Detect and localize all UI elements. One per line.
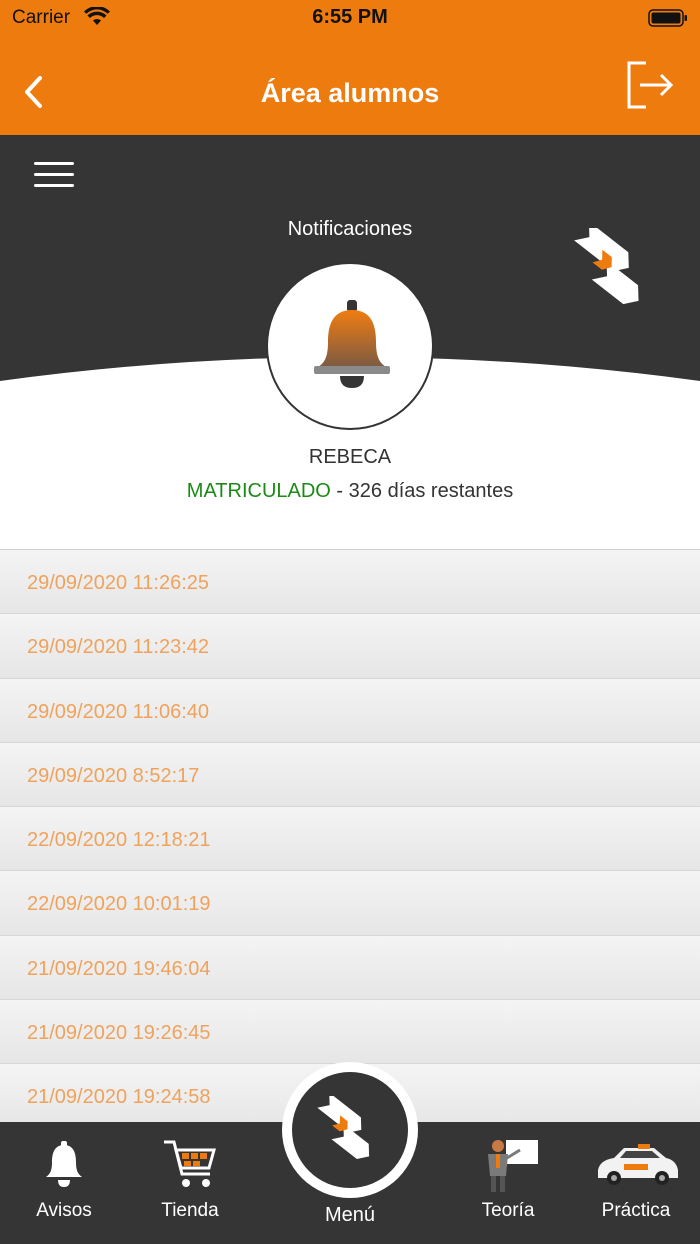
status-bar: Carrier 6:55 PM bbox=[0, 0, 700, 40]
logout-button[interactable] bbox=[626, 60, 674, 110]
notification-date: 22/09/2020 10:01:19 bbox=[27, 893, 211, 916]
navigation-bar: Área alumnos bbox=[0, 40, 700, 135]
user-name: REBECA bbox=[308, 446, 392, 468]
notification-date: 29/09/2020 8:52:17 bbox=[27, 764, 200, 787]
bell-icon bbox=[46, 1141, 82, 1187]
list-item[interactable]: 29/09/2020 11:26:25 bbox=[0, 550, 700, 615]
enrollment-status: MATRICULADO - 326 días restantes bbox=[0, 480, 700, 503]
hamburger-line bbox=[34, 173, 74, 176]
bell-icon bbox=[314, 300, 390, 388]
tab-label: Práctica bbox=[601, 1200, 671, 1221]
notifications-avatar bbox=[266, 262, 434, 430]
tab-tienda[interactable]: Tienda bbox=[140, 1122, 240, 1244]
list-item[interactable]: 29/09/2020 11:23:42 bbox=[0, 614, 700, 679]
tab-label: Teoría bbox=[481, 1200, 535, 1221]
notification-date: 21/09/2020 19:26:45 bbox=[27, 1022, 211, 1045]
brand-logo-icon bbox=[317, 1096, 370, 1160]
shopping-cart-icon bbox=[164, 1140, 216, 1187]
list-item[interactable]: 21/09/2020 19:26:45 bbox=[0, 1000, 700, 1065]
hamburger-line bbox=[34, 162, 74, 165]
menu-button-inner bbox=[292, 1072, 408, 1188]
list-item[interactable]: 29/09/2020 11:06:40 bbox=[0, 678, 700, 743]
car-icon bbox=[598, 1144, 678, 1185]
notifications-list: 29/09/2020 11:26:25 29/09/2020 11:23:42 … bbox=[0, 549, 700, 1122]
notification-date: 29/09/2020 11:26:25 bbox=[27, 572, 210, 594]
hamburger-line bbox=[34, 184, 74, 187]
tab-label: Avisos bbox=[36, 1200, 92, 1221]
battery-icon bbox=[648, 9, 687, 27]
notification-date: 21/09/2020 19:46:04 bbox=[27, 957, 211, 980]
notification-date: 21/09/2020 19:24:58 bbox=[27, 1086, 211, 1109]
list-item[interactable]: 22/09/2020 10:01:19 bbox=[0, 871, 700, 936]
brand-logo-icon bbox=[574, 228, 639, 305]
hamburger-menu-button[interactable] bbox=[34, 162, 74, 192]
tab-label: Tienda bbox=[161, 1200, 219, 1221]
tab-avisos[interactable]: Avisos bbox=[14, 1122, 114, 1244]
notification-date: 22/09/2020 12:18:21 bbox=[27, 829, 211, 852]
notification-date: 29/09/2020 11:06:40 bbox=[27, 700, 210, 723]
list-item[interactable]: 29/09/2020 8:52:17 bbox=[0, 742, 700, 808]
menu-label: Menú bbox=[324, 1204, 376, 1226]
list-item[interactable]: 22/09/2020 12:18:21 bbox=[0, 807, 700, 872]
notification-date: 29/09/2020 11:23:42 bbox=[27, 636, 210, 659]
tab-practica[interactable]: Práctica bbox=[586, 1122, 686, 1244]
days-remaining: - 326 días restantes bbox=[330, 480, 514, 502]
status-badge: MATRICULADO bbox=[186, 480, 331, 502]
tab-teoria[interactable]: Teoría bbox=[458, 1122, 558, 1244]
menu-button[interactable] bbox=[282, 1062, 418, 1198]
page-title: Área alumnos bbox=[260, 78, 440, 108]
list-item[interactable]: 21/09/2020 19:46:04 bbox=[0, 935, 700, 1001]
teacher-icon bbox=[488, 1140, 538, 1192]
clock: 6:55 PM bbox=[312, 6, 388, 28]
